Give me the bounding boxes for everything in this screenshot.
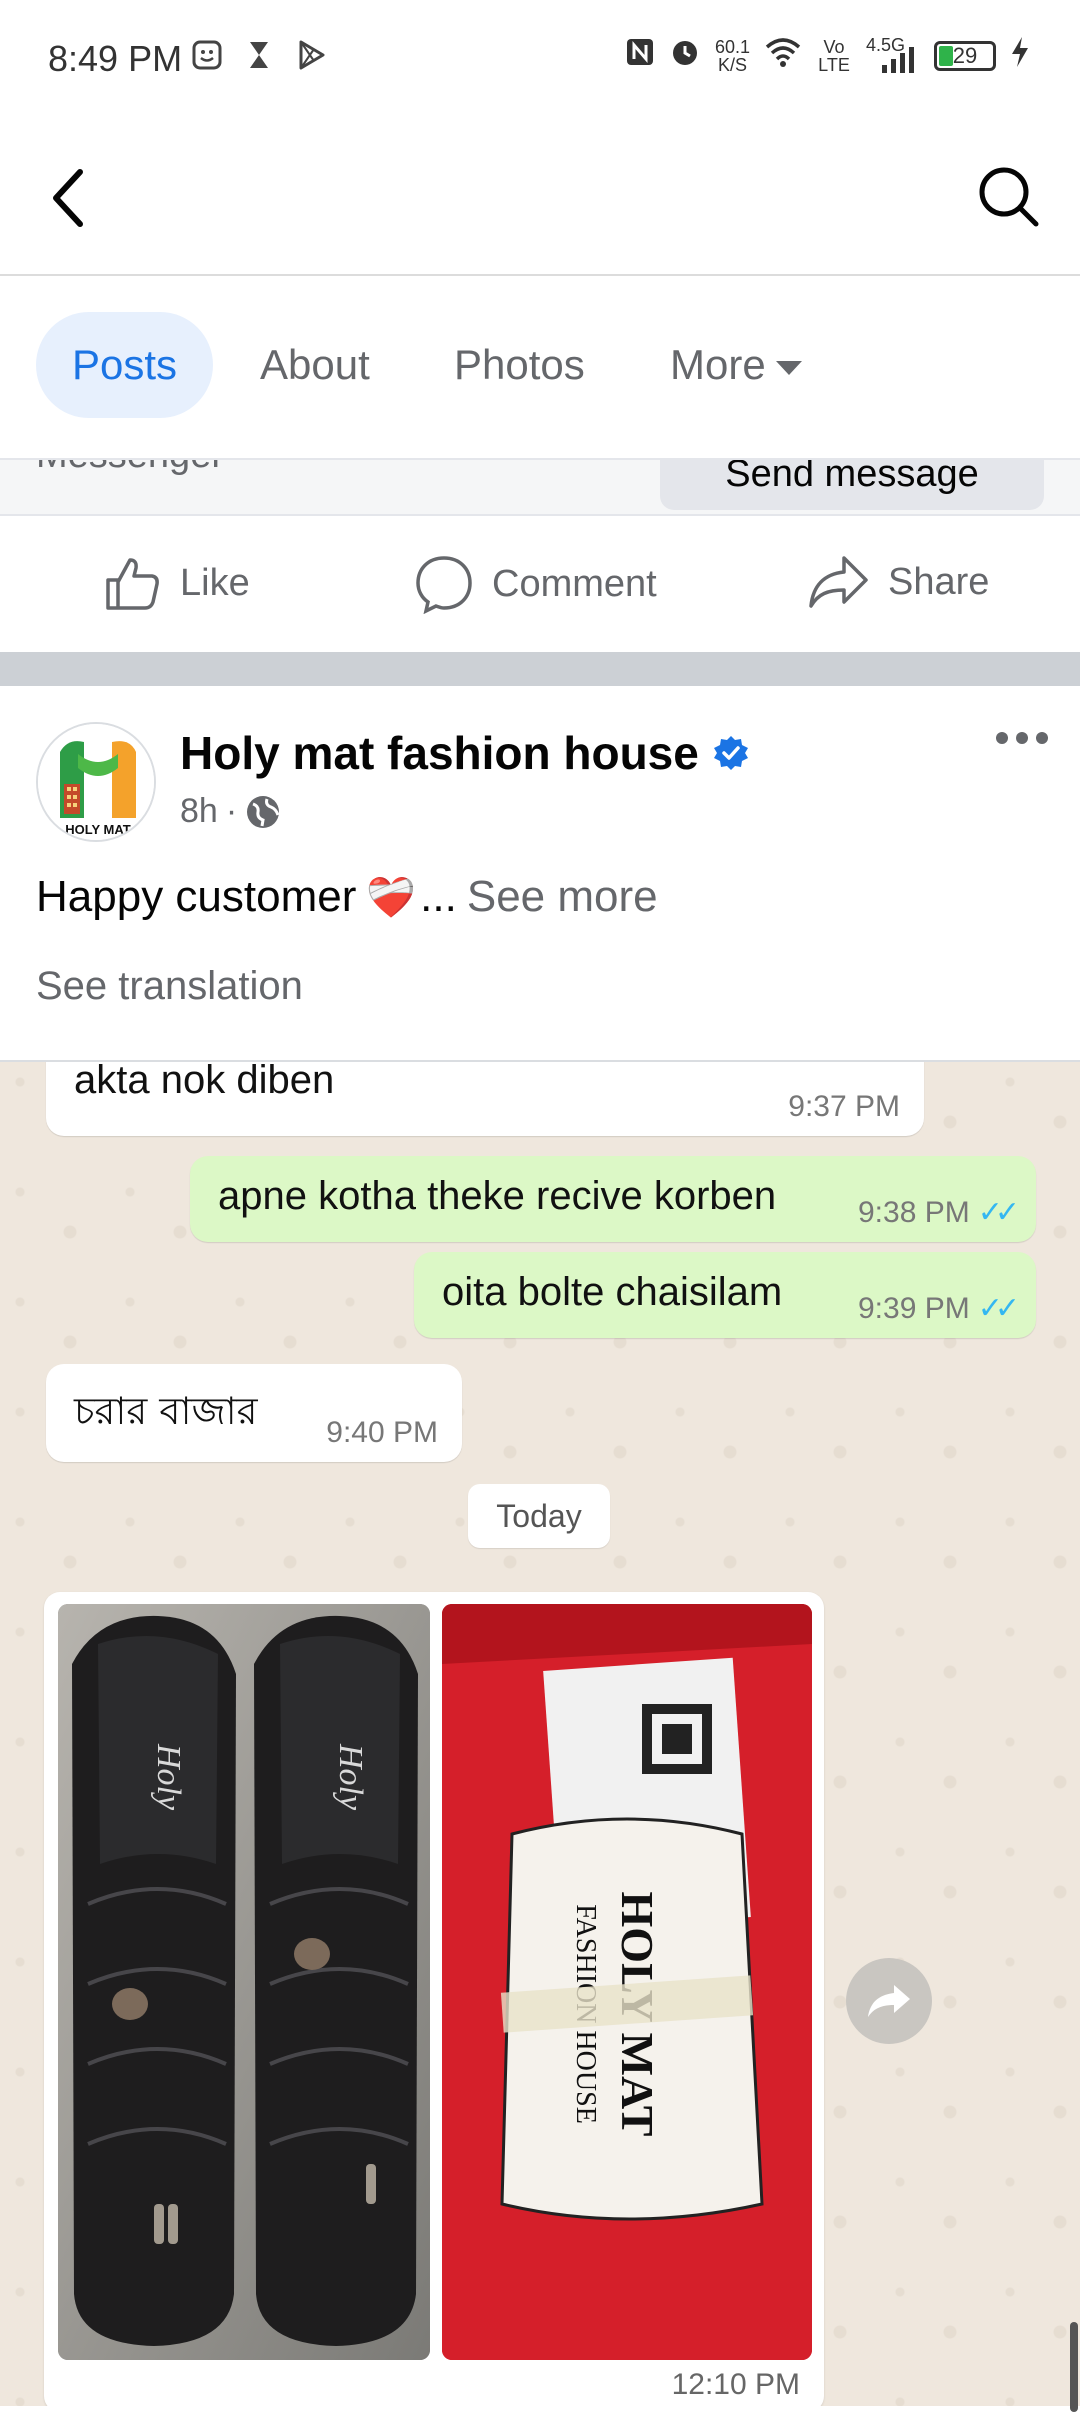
message-meta: 9:39 PM ✓✓	[857, 1291, 1020, 1326]
back-button[interactable]	[40, 162, 100, 234]
alarm-icon	[669, 36, 701, 75]
chevron-left-icon	[53, 169, 83, 227]
top-navigation-bar	[0, 120, 1080, 276]
verified-badge-icon	[713, 736, 748, 770]
share-label: Share	[888, 560, 990, 603]
smiley-notification-icon	[190, 38, 224, 72]
message-time: 9:37 PM	[788, 1090, 900, 1123]
globe-icon	[247, 795, 280, 828]
comment-button[interactable]: Comment	[414, 554, 657, 614]
comment-label: Comment	[492, 562, 657, 605]
double-check-icon: ✓✓	[977, 1292, 1020, 1325]
caption-ellipsis: ...	[420, 872, 457, 921]
thumbs-up-icon	[106, 558, 159, 610]
feed-separator	[0, 652, 1080, 686]
post-actions-bar: Like Comment Share	[0, 518, 1080, 652]
page-name[interactable]: Holy mat fashion house	[180, 726, 699, 780]
messenger-label: Messenger	[36, 460, 224, 477]
speed-value: 60.1	[714, 36, 750, 57]
see-more-link[interactable]: See more	[467, 872, 658, 922]
tab-more[interactable]: More	[634, 312, 838, 418]
page-name-row: Holy mat fashion house	[180, 726, 749, 780]
volte-label: Vo LTE	[818, 36, 850, 75]
previous-post-footer: Messenger Send message	[0, 458, 1080, 516]
send-message-label: Send message	[725, 458, 979, 495]
post-card: HOLY MAT Holy mat fashion house 8h · Hap…	[0, 686, 1080, 2436]
page-avatar[interactable]: HOLY MAT	[36, 722, 156, 842]
battery-fill	[939, 45, 953, 66]
double-check-icon: ✓✓	[977, 1196, 1020, 1229]
message-time: 9:38 PM	[857, 1195, 970, 1229]
message-text: oita bolte chaisilam	[442, 1270, 783, 1314]
tab-photos[interactable]: Photos	[418, 312, 621, 418]
page-tabs: Posts About Photos More	[0, 278, 1080, 458]
tab-label: More	[670, 341, 766, 388]
forward-arrow-icon	[868, 1985, 910, 2017]
svg-text:HOLY MAT: HOLY MAT	[65, 822, 131, 837]
message-time: 9:39 PM	[857, 1291, 970, 1325]
chat-bubble-incoming: akta nok diben 9:37 PM	[46, 1060, 924, 1136]
hourglass-notification-icon	[242, 38, 276, 72]
shoes-photo: Holy Holy	[58, 1604, 430, 2360]
caret-down-icon	[775, 361, 802, 375]
chat-bubble-outgoing: oita bolte chaisilam 9:39 PM ✓✓	[414, 1252, 1036, 1338]
meta-separator: ·	[225, 792, 238, 830]
message-meta: 9:38 PM ✓✓	[857, 1195, 1020, 1230]
dot	[1016, 732, 1028, 744]
tab-posts[interactable]: Posts	[36, 312, 214, 418]
tab-label: Posts	[72, 341, 178, 388]
tab-label: About	[260, 341, 370, 388]
network-speed: 60.1 K/S	[715, 38, 750, 74]
chat-bubble-incoming: চরার বাজার 9:40 PM	[46, 1364, 462, 1462]
post-caption: Happy customer ❤️‍🩹 ... See more	[36, 872, 658, 922]
nfc-icon	[625, 37, 655, 74]
caption-text: Happy customer	[36, 872, 357, 921]
status-bar: 8:49 PM 60.1 K/S Vo LTE 4.5G 29	[0, 0, 1080, 120]
play-store-notification-icon	[294, 38, 328, 72]
message-text: apne kotha theke recive korben	[218, 1174, 777, 1218]
search-button[interactable]	[976, 164, 1042, 230]
notification-icons	[190, 38, 328, 72]
share-icon	[809, 556, 868, 608]
photo-time: 12:10 PM	[671, 2368, 800, 2401]
send-message-button[interactable]: Send message	[660, 458, 1044, 510]
insole-brand-right: Holy	[332, 1743, 369, 1811]
speed-unit: K/S	[717, 54, 747, 75]
signal-icon: 4.5G	[866, 35, 920, 73]
post-time[interactable]: 8h	[180, 792, 218, 831]
like-label: Like	[180, 561, 250, 604]
battery-level: 29	[952, 42, 978, 68]
status-time: 8:49 PM	[48, 38, 183, 79]
battery-indicator: 29	[934, 40, 996, 71]
date-chip: Today	[468, 1484, 610, 1548]
forward-button[interactable]	[846, 1958, 932, 2044]
insole-brand-left: Holy	[150, 1743, 187, 1811]
dot	[996, 732, 1008, 744]
package-photo: HOLY MAT FASHION HOUSE	[442, 1604, 812, 2360]
comment-icon	[416, 556, 472, 614]
tab-label: Photos	[454, 341, 585, 388]
post-options-button[interactable]	[996, 732, 1048, 744]
dot	[1036, 732, 1048, 744]
scrollbar-thumb[interactable]	[1070, 2322, 1078, 2412]
message-text: akta nok diben	[74, 1060, 335, 1102]
charging-icon	[1010, 36, 1030, 75]
search-icon	[979, 167, 1039, 227]
holy-mat-logo: HOLY MAT	[38, 724, 154, 840]
share-button[interactable]: Share	[808, 554, 989, 610]
chat-photo-bubble: Holy Holy 12:10 PM	[44, 1592, 824, 2406]
post-image[interactable]: akta nok diben 9:37 PM apne kotha theke …	[0, 1060, 1080, 2406]
message-text: চরার বাজার	[74, 1389, 258, 1433]
wifi-icon	[764, 37, 802, 74]
post-meta: 8h ·	[180, 792, 281, 831]
mending-heart-emoji: ❤️‍🩹	[366, 875, 417, 920]
message-time: 9:40 PM	[326, 1416, 438, 1449]
like-button[interactable]: Like	[104, 554, 250, 612]
status-right: 60.1 K/S Vo LTE 4.5G 29	[625, 35, 1030, 75]
tab-about[interactable]: About	[224, 312, 406, 418]
chat-bubble-outgoing: apne kotha theke recive korben 9:38 PM ✓…	[190, 1156, 1036, 1242]
see-translation-link[interactable]: See translation	[36, 964, 303, 1009]
